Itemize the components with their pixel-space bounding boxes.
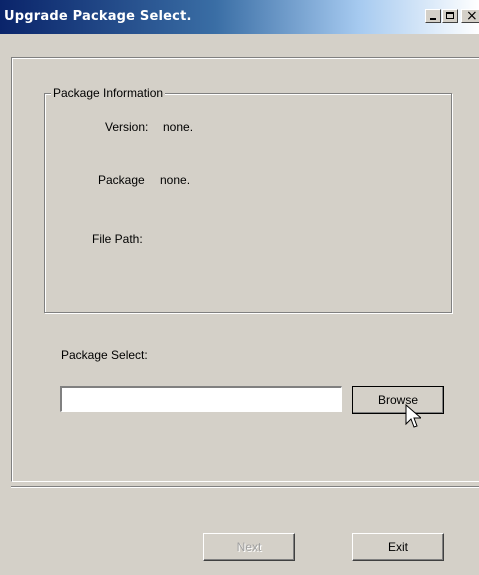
version-label: Version: <box>105 120 149 134</box>
package-value: none. <box>160 173 191 187</box>
next-button[interactable]: Next <box>203 533 295 561</box>
minimize-icon[interactable] <box>425 9 441 23</box>
title-bar[interactable]: Upgrade Package Select. × <box>0 0 479 34</box>
window-title: Upgrade Package Select. <box>4 9 192 24</box>
close-glyph: × <box>466 8 478 24</box>
version-value: none. <box>163 120 194 134</box>
footer-separator <box>11 486 479 488</box>
package-information-legend: Package Information <box>51 86 166 100</box>
file-path-label: File Path: <box>92 232 143 246</box>
upgrade-package-window: Upgrade Package Select. × Package Inform… <box>0 0 479 575</box>
close-icon[interactable]: × <box>461 8 479 24</box>
package-label: Package <box>98 173 145 187</box>
browse-button[interactable]: Browse <box>352 386 444 414</box>
exit-button[interactable]: Exit <box>352 533 444 561</box>
mouse-pointer-icon <box>405 404 421 428</box>
maximize-icon[interactable] <box>442 9 458 23</box>
package-path-input[interactable] <box>59 385 343 413</box>
package-select-label: Package Select: <box>61 348 148 362</box>
